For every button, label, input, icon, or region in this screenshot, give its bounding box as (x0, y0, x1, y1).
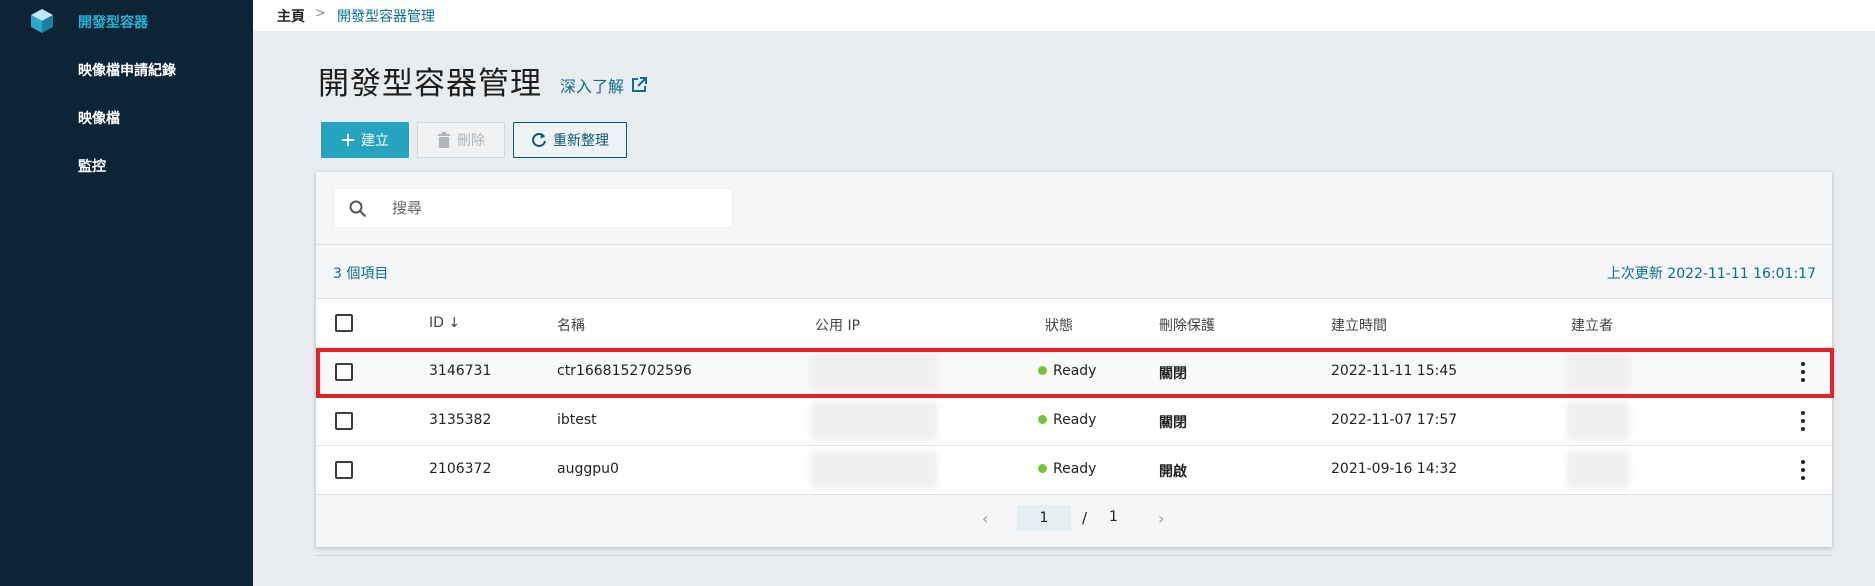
sidebar-item-monitoring[interactable]: 監控 (78, 156, 106, 176)
row-status: Ready (1038, 412, 1096, 428)
creator-redacted (1566, 402, 1630, 440)
row-id: 3146731 (429, 363, 492, 379)
sidebar: 開發型容器 映像檔申請紀錄 映像檔 監控 (0, 0, 253, 586)
status-ready-dot (1038, 366, 1047, 375)
table-row[interactable]: 3135382 ibtest Ready 關閉 2022-11-07 17:57 (316, 396, 1832, 445)
page-number-input[interactable] (1017, 505, 1071, 531)
sidebar-item-images[interactable]: 映像檔 (78, 108, 120, 128)
delete-button[interactable]: 刪除 (417, 122, 505, 158)
row-name: auggpu0 (557, 461, 619, 477)
search-input[interactable] (392, 189, 722, 227)
row-created-time: 2022-11-07 17:57 (1331, 412, 1458, 428)
row-name: ctr1668152702596 (557, 363, 692, 379)
row-delete-protection: 開啟 (1159, 464, 1187, 480)
column-header-status: 狀態 (1045, 318, 1073, 334)
row-actions-menu-icon[interactable] (1800, 411, 1806, 431)
next-page-button[interactable]: › (1158, 509, 1164, 528)
table-header: ID ↓ 名稱 公用 IP 狀態 刪除保護 建立時間 建立者 (316, 298, 1832, 347)
public-ip-redacted (810, 353, 938, 391)
plus-icon (342, 134, 354, 146)
breadcrumb: 主頁 > 開發型容器管理 (253, 0, 1875, 31)
row-name: ibtest (557, 412, 597, 428)
row-status-label: Ready (1053, 363, 1097, 379)
public-ip-redacted (810, 402, 938, 440)
trash-icon (438, 132, 450, 148)
row-status: Ready (1038, 363, 1096, 379)
row-delete-protection: 關閉 (1159, 415, 1187, 431)
status-ready-dot (1038, 464, 1047, 473)
previous-page-button[interactable]: ‹ (982, 509, 988, 528)
column-header-public-ip: 公用 IP (815, 318, 861, 334)
sort-desc-icon: ↓ (448, 315, 461, 331)
row-created-time: 2021-09-16 14:32 (1331, 461, 1458, 477)
refresh-icon (532, 132, 546, 147)
row-status: Ready (1038, 461, 1096, 477)
search-box (333, 188, 733, 228)
refresh-button[interactable]: 重新整理 (513, 122, 627, 158)
row-checkbox[interactable] (335, 461, 353, 479)
total-pages: 1 (1109, 509, 1118, 525)
item-count: 3 個項目 (333, 266, 389, 282)
create-button[interactable]: 建立 (321, 122, 409, 158)
breadcrumb-current: 開發型容器管理 (337, 9, 435, 25)
column-header-created-time: 建立時間 (1331, 318, 1387, 334)
breadcrumb-separator: > (315, 6, 326, 21)
row-created-time: 2022-11-11 15:45 (1331, 363, 1458, 379)
row-actions-menu-icon[interactable] (1800, 460, 1806, 480)
column-header-delete-protection: 刪除保護 (1159, 318, 1215, 334)
row-id: 3135382 (429, 412, 492, 428)
row-status-label: Ready (1053, 461, 1097, 477)
page-title: 開發型容器管理 (318, 66, 542, 102)
cube-logo-icon (31, 9, 53, 33)
sidebar-item-image-requests[interactable]: 映像檔申請紀錄 (78, 60, 176, 80)
select-all-checkbox[interactable] (335, 314, 353, 332)
delete-button-label: 刪除 (457, 132, 485, 148)
column-header-id[interactable]: ID ↓ (429, 315, 460, 331)
creator-redacted (1566, 353, 1630, 391)
row-checkbox[interactable] (335, 363, 353, 381)
public-ip-redacted (810, 451, 938, 489)
external-link-icon (632, 77, 648, 92)
row-status-label: Ready (1053, 412, 1097, 428)
last-update-timestamp: 上次更新 2022-11-11 16:01:17 (1606, 266, 1816, 282)
panel-divider (316, 244, 1832, 245)
bottom-divider (316, 555, 1832, 556)
row-id: 2106372 (429, 461, 492, 477)
container-list-panel: 3 個項目 上次更新 2022-11-11 16:01:17 ID ↓ 名稱 公… (316, 172, 1832, 547)
column-header-creator: 建立者 (1571, 318, 1613, 334)
table-row[interactable]: 3146731 ctr1668152702596 Ready 關閉 2022-1… (316, 347, 1832, 396)
search-icon (349, 200, 367, 218)
status-ready-dot (1038, 415, 1047, 424)
refresh-button-label: 重新整理 (553, 132, 609, 148)
sidebar-item-dev-containers[interactable]: 開發型容器 (78, 12, 148, 32)
page-separator: / (1082, 509, 1088, 527)
table-row[interactable]: 2106372 auggpu0 Ready 開啟 2021-09-16 14:3… (316, 445, 1832, 494)
row-delete-protection: 關閉 (1159, 366, 1187, 382)
learn-more-label: 深入了解 (560, 77, 625, 96)
row-checkbox[interactable] (335, 412, 353, 430)
creator-redacted (1566, 451, 1630, 489)
pagination: ‹ / 1 › (316, 494, 1832, 547)
create-button-label: 建立 (361, 132, 389, 148)
learn-more-link[interactable]: 深入了解 (560, 73, 648, 97)
breadcrumb-home-link[interactable]: 主頁 (277, 6, 305, 26)
column-header-name: 名稱 (557, 318, 585, 334)
row-actions-menu-icon[interactable] (1800, 362, 1806, 382)
column-header-id-label: ID (429, 315, 444, 331)
